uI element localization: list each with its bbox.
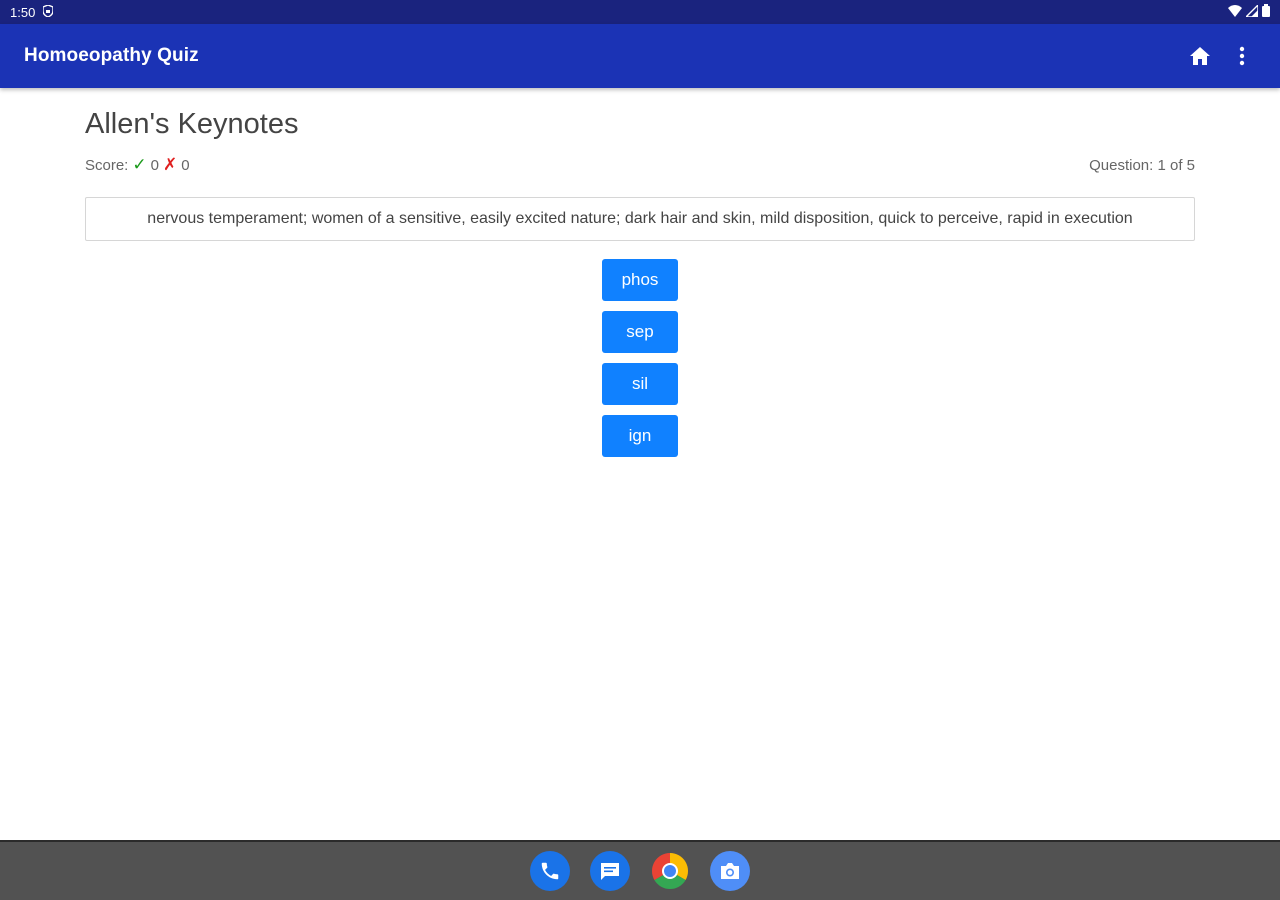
wrong-count: 0 xyxy=(181,156,190,174)
checkmark-icon: ✓ xyxy=(132,155,147,174)
more-vert-icon[interactable] xyxy=(1228,42,1256,70)
shield-icon xyxy=(42,3,55,20)
cross-icon: ✗ xyxy=(162,155,178,174)
chrome-icon[interactable] xyxy=(650,851,690,891)
score-label: Score: xyxy=(85,156,129,174)
score-row: Score: ✓ 0 ✗ 0 Question: 1 of 5 xyxy=(85,155,1195,175)
messages-icon[interactable] xyxy=(590,851,630,891)
status-right xyxy=(1228,2,1270,20)
correct-count: 0 xyxy=(150,156,159,174)
answer-button-phos[interactable]: phos xyxy=(602,259,678,301)
taskbar-dock xyxy=(0,840,1280,900)
app-title: Homoeopathy Quiz xyxy=(24,45,199,66)
question-text: nervous temperament; women of a sensitiv… xyxy=(85,197,1195,241)
page-title: Allen's Keynotes xyxy=(85,108,299,140)
status-time: 1:50 xyxy=(10,4,36,20)
app-actions xyxy=(1186,42,1256,70)
answer-options: phos sep sil ign xyxy=(85,259,1195,457)
battery-icon xyxy=(1262,4,1270,20)
status-left: 1:50 xyxy=(10,3,55,20)
camera-icon[interactable] xyxy=(710,851,750,891)
status-bar: 1:50 xyxy=(0,0,1280,24)
wifi-icon xyxy=(1228,4,1242,20)
app-bar: Homoeopathy Quiz xyxy=(0,24,1280,88)
phone-icon[interactable] xyxy=(530,851,570,891)
quiz-content: Allen's Keynotes Score: ✓ 0 ✗ 0 Question… xyxy=(85,88,1195,457)
home-icon[interactable] xyxy=(1186,42,1214,70)
signal-icon xyxy=(1244,2,1259,20)
question-progress: Question: 1 of 5 xyxy=(1089,156,1195,174)
answer-button-ign[interactable]: ign xyxy=(602,415,678,457)
answer-button-sil[interactable]: sil xyxy=(602,363,678,405)
score: Score: ✓ 0 ✗ 0 xyxy=(85,155,190,175)
answer-button-sep[interactable]: sep xyxy=(602,311,678,353)
